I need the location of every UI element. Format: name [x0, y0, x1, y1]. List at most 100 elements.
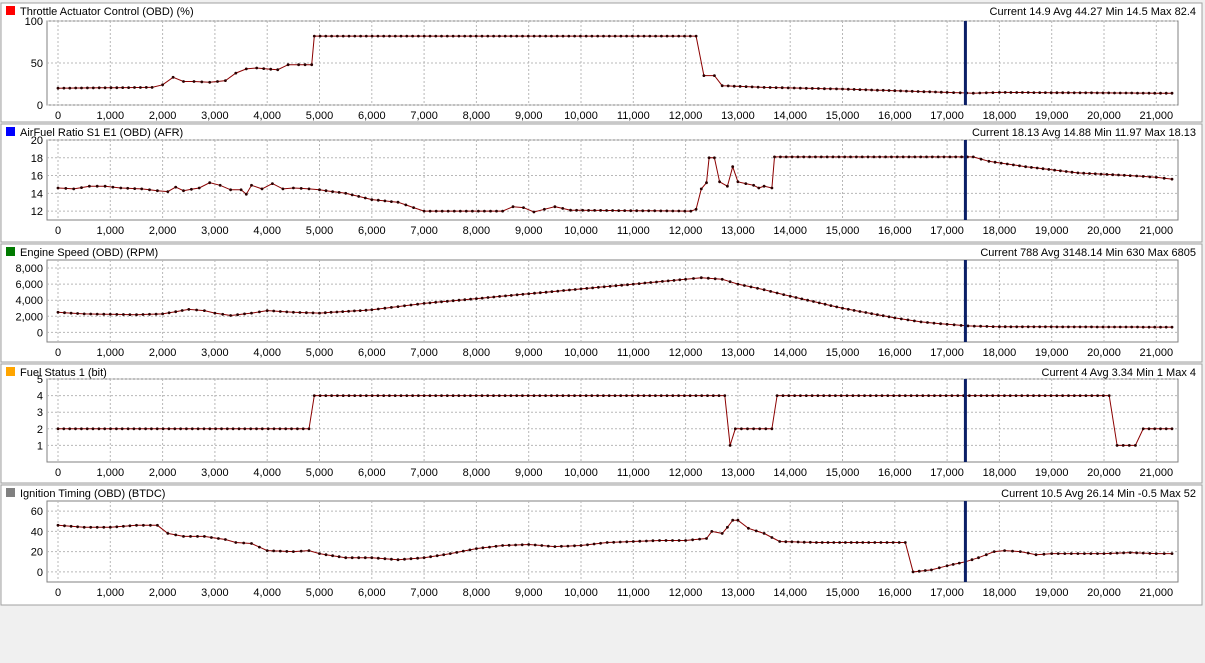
data-point	[1018, 164, 1021, 168]
data-point	[1026, 91, 1030, 94]
data-point	[272, 549, 276, 553]
data-point	[720, 532, 724, 535]
data-point	[977, 556, 980, 560]
data-point	[217, 537, 220, 540]
x-tick-label: 18,000	[983, 587, 1017, 599]
x-tick-label: 6,000	[358, 225, 386, 237]
data-point	[1088, 172, 1091, 175]
data-point	[1041, 167, 1045, 171]
data-point	[1118, 325, 1122, 329]
data-point	[915, 394, 919, 397]
data-point	[971, 91, 975, 95]
data-point	[993, 160, 997, 164]
data-point	[731, 165, 735, 169]
data-point	[208, 80, 212, 84]
data-point	[298, 311, 302, 314]
data-point	[1012, 163, 1015, 167]
data-point	[440, 209, 444, 213]
data-point	[463, 298, 467, 302]
data-point	[179, 427, 183, 431]
data-point	[341, 310, 345, 313]
data-point	[388, 394, 391, 397]
data-point	[1117, 173, 1120, 177]
panel-title: AirFuel Ratio S1 E1 (OBD) (AFR)	[20, 127, 183, 139]
x-tick-label: 3,000	[201, 467, 229, 479]
data-point	[85, 427, 89, 431]
x-tick-label: 9,000	[515, 347, 543, 359]
x-tick-label: 11,000	[617, 225, 650, 237]
data-point	[843, 155, 847, 159]
data-point	[80, 186, 83, 190]
data-point	[1014, 394, 1018, 397]
data-point	[1148, 175, 1152, 179]
data-point	[1011, 549, 1014, 553]
data-point	[225, 427, 229, 431]
data-point	[359, 34, 362, 38]
panel-title: Throttle Actuator Control (OBD) (%)	[20, 6, 194, 18]
data-point	[784, 540, 788, 544]
data-point	[119, 186, 123, 190]
x-tick-label: 2,000	[149, 347, 177, 359]
data-point	[102, 312, 106, 316]
x-tick-label: 15,000	[826, 347, 860, 359]
data-point	[651, 539, 655, 543]
data-point	[578, 394, 582, 397]
data-point	[144, 86, 148, 89]
data-point	[469, 394, 472, 397]
data-point	[538, 291, 542, 295]
data-point	[605, 209, 608, 212]
data-point	[1078, 91, 1082, 95]
data-point	[784, 155, 788, 159]
data-point	[189, 535, 192, 538]
data-point	[218, 183, 222, 187]
data-point	[388, 34, 391, 38]
data-point	[887, 315, 891, 319]
data-point	[744, 85, 748, 88]
data-point	[749, 285, 753, 289]
data-point	[335, 310, 339, 314]
data-point	[689, 209, 693, 213]
data-point	[404, 203, 408, 207]
data-point	[403, 304, 406, 308]
data-point	[469, 34, 472, 38]
data-point	[845, 394, 849, 397]
data-point	[738, 85, 742, 88]
data-point	[1015, 325, 1019, 329]
data-point	[167, 427, 171, 431]
data-point	[108, 525, 112, 529]
plot-frame	[46, 139, 1179, 221]
data-point	[671, 209, 675, 213]
data-point	[825, 155, 829, 159]
data-point	[1154, 552, 1158, 555]
data-point	[677, 539, 681, 542]
data-point	[938, 394, 942, 397]
data-point	[331, 190, 334, 194]
data-point	[1154, 175, 1158, 179]
data-point	[728, 444, 732, 447]
panel-stats: Current 788 Avg 3148.14 Min 630 Max 6805	[980, 247, 1196, 259]
data-point	[68, 86, 72, 90]
data-point	[434, 300, 438, 304]
data-point	[723, 394, 727, 397]
data-point	[736, 180, 740, 184]
data-point	[260, 187, 264, 191]
data-point	[1122, 551, 1125, 555]
data-point	[837, 155, 841, 159]
data-point	[399, 34, 403, 38]
data-point	[266, 427, 270, 431]
data-point	[474, 34, 478, 38]
data-point	[299, 187, 303, 190]
chart-panel-4: Ignition Timing (OBD) (BTDC) Current 10.5…	[0, 484, 1203, 606]
data-point	[958, 91, 962, 95]
x-tick-label: 4,000	[253, 587, 281, 599]
x-tick-label: 13,000	[721, 467, 755, 479]
data-point	[796, 155, 800, 159]
data-point	[363, 196, 367, 200]
data-point	[769, 290, 772, 293]
data-point	[292, 310, 295, 314]
data-point	[422, 556, 426, 560]
data-point	[390, 306, 393, 309]
data-point	[561, 34, 565, 38]
data-point	[711, 394, 715, 397]
data-point	[926, 321, 929, 324]
